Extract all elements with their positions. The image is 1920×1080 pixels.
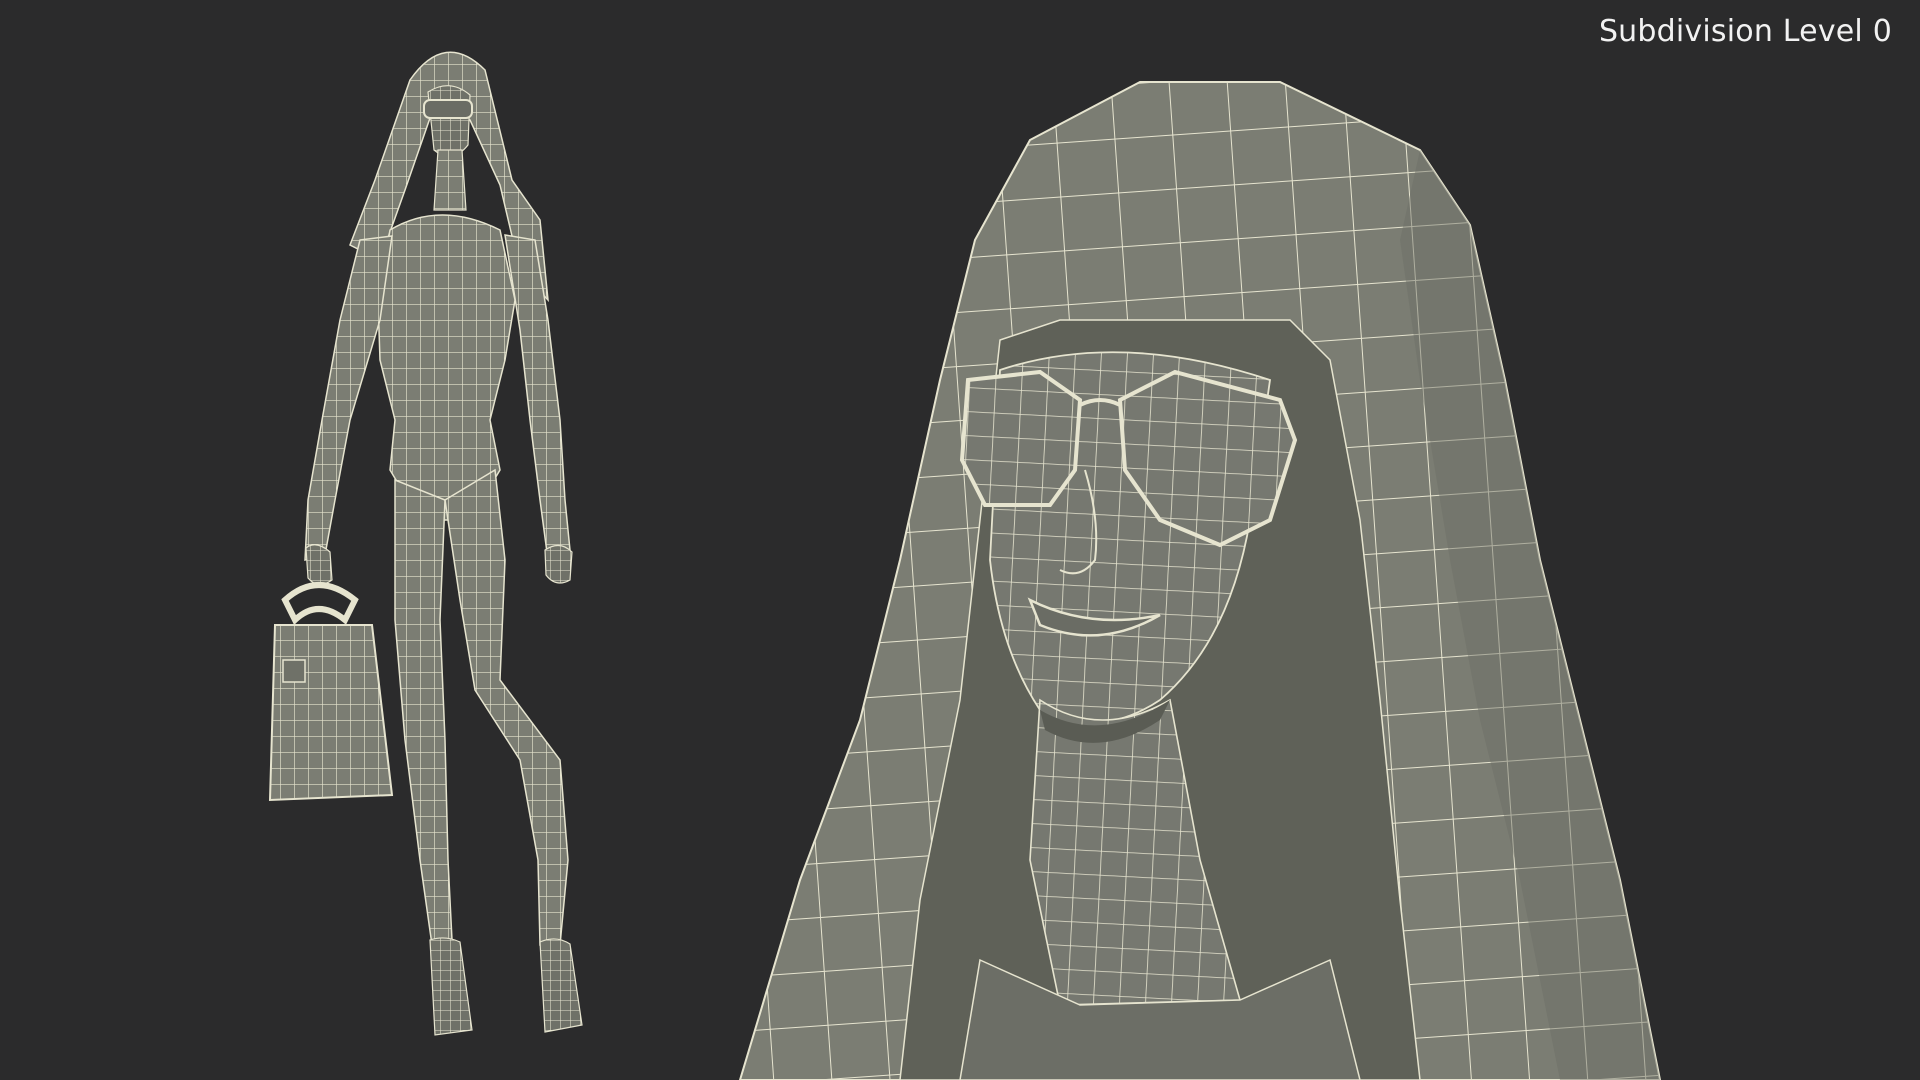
wireframe-render <box>268 51 1662 1080</box>
head-closeup <box>738 81 1662 1080</box>
render-viewport: Subdivision Level 0 <box>0 0 1920 1080</box>
face-left-view <box>427 85 471 157</box>
handbag <box>281 582 359 625</box>
leg-left <box>394 478 453 946</box>
subdivision-level-caption: Subdivision Level 0 <box>1598 14 1892 49</box>
arm-left-a <box>304 235 393 561</box>
full-body-figure <box>268 51 583 1036</box>
arm-right-a <box>504 234 571 562</box>
sunglasses-left-view <box>423 99 473 119</box>
